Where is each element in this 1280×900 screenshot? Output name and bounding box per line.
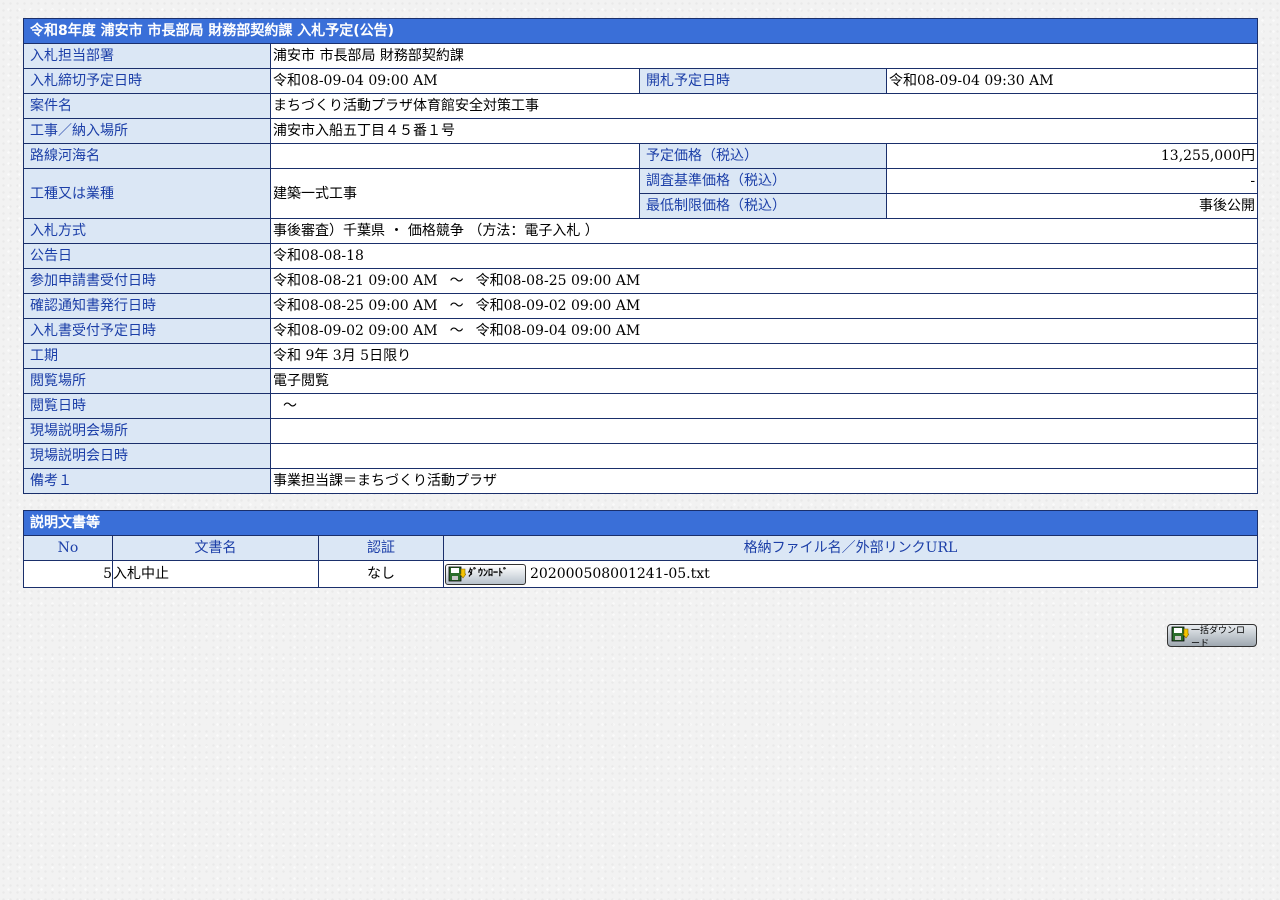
label-viewing-date: 閲覧日時	[23, 393, 271, 419]
label-confirmation: 確認通知書発行日時	[23, 293, 271, 319]
application-from: 令和08-08-21 09:00 AM	[273, 273, 438, 289]
application-sep: ～	[449, 273, 464, 289]
confirmation-sep: ～	[449, 298, 464, 314]
download-button-label: ﾀﾞｳﾝﾛｰﾄﾞ	[468, 568, 508, 579]
label-min-price: 最低制限価格（税込）	[639, 193, 887, 219]
value-opening: 令和08-09-04 09:30 AM	[885, 68, 1259, 94]
col-no: No	[23, 535, 113, 561]
row-method: 入札方式 事後審査）千葉県 ・ 価格競争 （方法：電子入札 ）	[23, 218, 1259, 244]
value-dept: 浦安市 市長部局 財務部契約課	[269, 43, 1259, 69]
value-work-type: 建築一式工事	[270, 168, 640, 219]
value-viewing-place: 電子閲覧	[269, 368, 1259, 394]
label-planned-price: 予定価格（税込）	[639, 143, 887, 169]
value-viewing-date: ～	[269, 393, 1259, 419]
col-file: 格納ファイル名／外部リンクURL	[443, 535, 1258, 561]
value-min-price: 事後公開	[885, 193, 1259, 219]
label-opening: 開札予定日時	[639, 68, 887, 94]
row-period: 工期 令和 9年 3月 5日限り	[23, 343, 1259, 369]
documents-table: 説明文書等 No 文書名 認証 格納ファイル名／外部リンクURL 5 入札中止 …	[23, 510, 1258, 588]
row-briefing-place: 現場説明会場所	[23, 418, 1259, 444]
floppy-download-icon	[1171, 625, 1190, 646]
label-method: 入札方式	[23, 218, 271, 244]
doc-file-cell: ﾀﾞｳﾝﾛｰﾄﾞ 202000508001241-05.txt	[443, 560, 1258, 588]
col-doc-name: 文書名	[112, 535, 319, 561]
row-announce-date: 公告日 令和08-08-18	[23, 243, 1259, 269]
value-period: 令和 9年 3月 5日限り	[269, 343, 1259, 369]
bulk-download-button[interactable]: 一括ダウンロード	[1167, 624, 1257, 649]
bid-receipt-from: 令和08-09-02 09:00 AM	[273, 323, 438, 339]
row-route: 路線河海名 予定価格（税込） 13,255,000円	[23, 143, 1259, 169]
row-case-name: 案件名 まちづくり活動プラザ体育館安全対策工事	[23, 93, 1259, 119]
download-button[interactable]: ﾀﾞｳﾝﾛｰﾄﾞ	[445, 563, 526, 585]
row-viewing-place: 閲覧場所 電子閲覧	[23, 368, 1259, 394]
table-row: 5 入札中止 なし ﾀﾞｳﾝﾛｰﾄﾞ 202000508001241-05.tx…	[23, 560, 1258, 588]
col-auth: 認証	[318, 535, 444, 561]
confirmation-from: 令和08-08-25 09:00 AM	[273, 298, 438, 314]
row-application: 参加申請書受付日時 令和08-08-21 09:00 AM ～ 令和08-08-25…	[23, 268, 1259, 294]
confirmation-to: 令和08-09-02 09:00 AM	[475, 298, 641, 314]
doc-auth: なし	[318, 560, 444, 588]
doc-no: 5	[23, 560, 113, 588]
row-dept: 入札担当部署 浦安市 市長部局 財務部契約課	[23, 43, 1259, 69]
page-container: 令和8年度 浦安市 市長部局 財務部契約課 入札予定(公告) 入札担当部署 浦安…	[22, 18, 1259, 649]
value-briefing-date	[269, 443, 1259, 469]
notice-table: 令和8年度 浦安市 市長部局 財務部契約課 入札予定(公告) 入札担当部署 浦安…	[22, 18, 1259, 494]
bid-receipt-to: 令和08-09-04 09:00 AM	[475, 323, 641, 339]
value-planned-price: 13,255,000円	[885, 143, 1259, 169]
label-briefing-place: 現場説明会場所	[23, 418, 271, 444]
label-bid-receipt: 入札書受付予定日時	[23, 318, 271, 344]
value-survey-price: -	[885, 168, 1259, 194]
row-viewing-date: 閲覧日時 ～	[23, 393, 1259, 419]
label-work-type: 工種又は業種	[23, 168, 271, 219]
row-work-type: 工種又は業種 建築一式工事 調査基準価格（税込） -	[23, 168, 1259, 219]
label-dept: 入札担当部署	[23, 43, 271, 69]
value-place: 浦安市入船五丁目４５番１号	[269, 118, 1259, 144]
row-confirmation: 確認通知書発行日時 令和08-08-25 09:00 AM ～ 令和08-09-02…	[23, 293, 1259, 319]
value-announce-date: 令和08-08-18	[269, 243, 1259, 269]
value-confirmation: 令和08-08-25 09:00 AM ～ 令和08-09-02 09:00 AM	[269, 293, 1259, 319]
label-place: 工事／納入場所	[23, 118, 271, 144]
label-remarks1: 備考１	[23, 468, 271, 494]
label-period: 工期	[23, 343, 271, 369]
application-to: 令和08-08-25 09:00 AM	[475, 273, 641, 289]
value-case-name: まちづくり活動プラザ体育館安全対策工事	[269, 93, 1259, 119]
doc-name: 入札中止	[112, 560, 319, 588]
label-announce-date: 公告日	[23, 243, 271, 269]
label-survey-price: 調査基準価格（税込）	[639, 168, 887, 194]
bulk-download-label: 一括ダウンロード	[1191, 625, 1246, 649]
value-application: 令和08-08-21 09:00 AM ～ 令和08-08-25 09:00 AM	[269, 268, 1259, 294]
label-deadline: 入札締切予定日時	[23, 68, 271, 94]
row-bid-receipt: 入札書受付予定日時 令和08-09-02 09:00 AM ～ 令和08-09-04…	[23, 318, 1259, 344]
value-briefing-place	[269, 418, 1259, 444]
label-case-name: 案件名	[23, 93, 271, 119]
documents-title: 説明文書等	[23, 510, 1258, 536]
label-briefing-date: 現場説明会日時	[23, 443, 271, 469]
doc-file-name: 202000508001241-05.txt	[530, 566, 710, 582]
floppy-download-icon	[448, 566, 466, 583]
bid-receipt-sep: ～	[449, 323, 464, 339]
value-deadline: 令和08-09-04 09:00 AM	[270, 68, 640, 94]
value-method: 事後審査）千葉県 ・ 価格競争 （方法：電子入札 ）	[269, 218, 1259, 244]
label-viewing-place: 閲覧場所	[23, 368, 271, 394]
documents-header-row: No 文書名 認証 格納ファイル名／外部リンクURL	[23, 535, 1258, 561]
label-application: 参加申請書受付日時	[23, 268, 271, 294]
row-place: 工事／納入場所 浦安市入船五丁目４５番１号	[23, 118, 1259, 144]
row-briefing-date: 現場説明会日時	[23, 443, 1259, 469]
notice-title: 令和8年度 浦安市 市長部局 財務部契約課 入札予定(公告)	[22, 18, 1259, 44]
label-route: 路線河海名	[23, 143, 271, 169]
row-remarks1: 備考１ 事業担当課＝まちづくり活動プラザ	[23, 468, 1259, 494]
row-deadline: 入札締切予定日時 令和08-09-04 09:00 AM 開札予定日時 令和08…	[23, 68, 1259, 94]
value-bid-receipt: 令和08-09-02 09:00 AM ～ 令和08-09-04 09:00 AM	[269, 318, 1259, 344]
value-route	[270, 143, 640, 169]
value-remarks1: 事業担当課＝まちづくり活動プラザ	[269, 468, 1259, 494]
